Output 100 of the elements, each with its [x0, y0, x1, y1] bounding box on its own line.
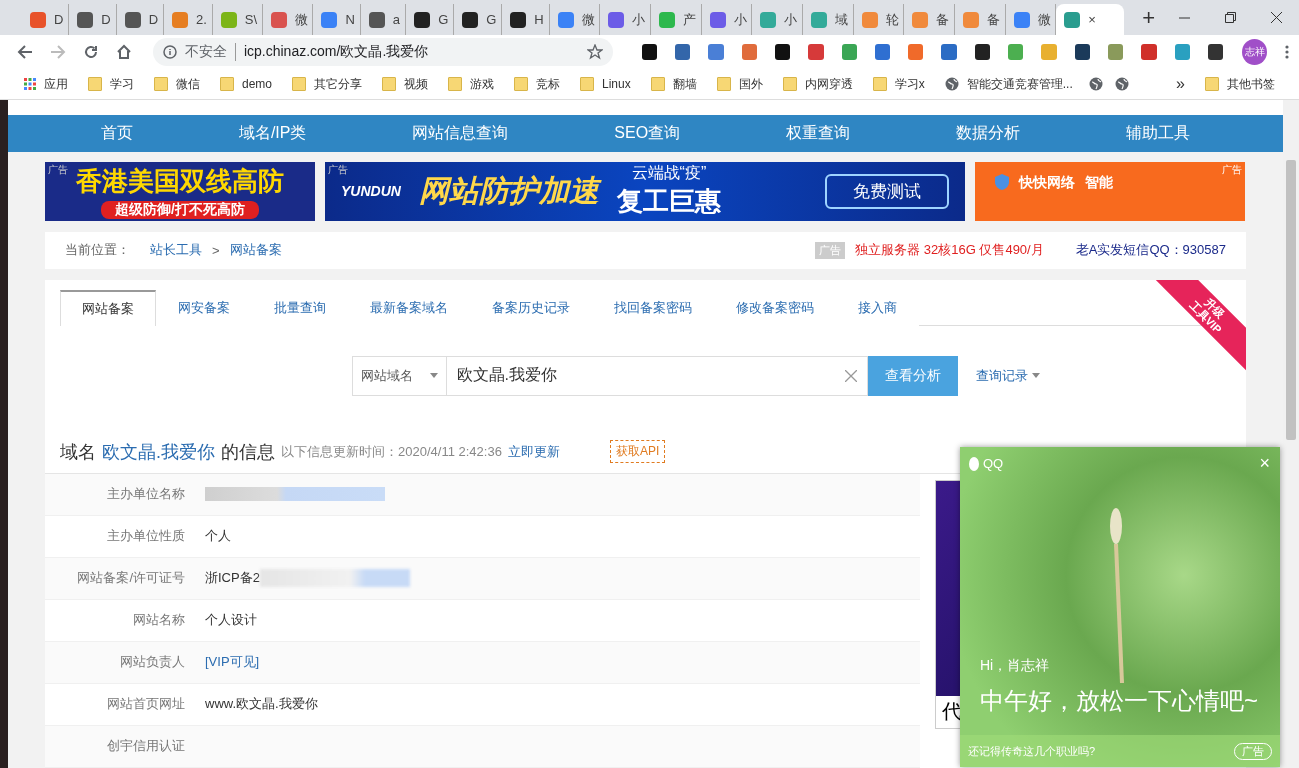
- ad-title: 香港美国双线高防: [76, 164, 284, 198]
- bookmark-link[interactable]: 内网穿透: [778, 75, 857, 93]
- contact-link[interactable]: 老A实发短信QQ：930587: [1075, 241, 1226, 260]
- field-label: 网站负责人: [119, 653, 186, 672]
- apps-grid-icon: [24, 78, 36, 90]
- nav-link[interactable]: 网站信息查询: [412, 122, 509, 144]
- history-link[interactable]: 查询记录: [975, 366, 1040, 385]
- vip-link[interactable]: [VIP可见]: [205, 653, 260, 672]
- search-field[interactable]: 欧文晶.我爱你: [446, 355, 868, 396]
- ad-logo: YUNDUN: [341, 183, 401, 200]
- type-select[interactable]: 网站域名: [351, 355, 447, 396]
- browser-tab[interactable]: a: [360, 4, 407, 35]
- tool-tab[interactable]: 网站备案: [60, 289, 156, 326]
- field-value: 个人: [205, 527, 231, 546]
- close-icon: [1270, 12, 1282, 23]
- folder-icon: [514, 77, 529, 91]
- browser-tab[interactable]: D: [69, 4, 117, 35]
- bookmark-link[interactable]: Linux: [576, 77, 635, 91]
- globe-icon: [1088, 77, 1103, 91]
- browser-tab[interactable]: 小: [701, 4, 753, 35]
- ad-button: 免费测试: [825, 173, 949, 209]
- address-bar[interactable]: 不安全 icp.chinaz.com/欧文晶.我爱你: [152, 38, 614, 66]
- bookmark-link[interactable]: 视频: [378, 75, 433, 93]
- browser-tab[interactable]: ×: [1056, 4, 1125, 35]
- update-time: 以下信息更新时间：2020/4/11 2:42:36: [281, 443, 502, 461]
- browser-tab[interactable]: 小: [752, 4, 803, 35]
- browser-tab[interactable]: G: [454, 4, 503, 35]
- browser-tab[interactable]: 微: [1005, 4, 1057, 35]
- ad-banner[interactable]: 香港美国双线高防 超级防御/打不死高防 广告: [45, 161, 315, 221]
- new-tab-button[interactable]: +: [1136, 5, 1162, 31]
- extension-icon[interactable]: [641, 44, 657, 60]
- domain-link[interactable]: 欧文晶.我爱你: [102, 440, 215, 464]
- bookmark-link[interactable]: 微信: [150, 75, 204, 93]
- star-icon[interactable]: [587, 44, 604, 60]
- browser-tab[interactable]: 小: [600, 4, 651, 35]
- browser-tab[interactable]: 备: [954, 4, 1006, 35]
- refresh-link[interactable]: 立即更新: [507, 443, 560, 461]
- breadcrumb-link[interactable]: 站长工具: [150, 241, 202, 260]
- info-title: 域名: [60, 441, 96, 464]
- browser-tab[interactable]: 2.: [164, 4, 213, 35]
- folder-icon: [650, 77, 665, 91]
- field-label: 网站名称: [132, 611, 186, 630]
- browser-tab[interactable]: 备: [904, 4, 955, 35]
- extension-icon[interactable]: [774, 44, 791, 60]
- browser-tab[interactable]: 轮: [853, 4, 905, 35]
- browser-tab[interactable]: 产: [650, 4, 702, 35]
- reload-icon: [83, 44, 100, 60]
- greeting-text: Hi，肖志祥: [979, 657, 1051, 675]
- browser-tab[interactable]: G: [406, 4, 455, 35]
- folder-icon: [1205, 77, 1219, 91]
- profile-avatar[interactable]: 志祥: [1242, 39, 1268, 65]
- restore-icon: [1224, 12, 1236, 23]
- ad-tag: 广告: [1222, 162, 1242, 177]
- bookmark-link[interactable]: 游戏: [444, 75, 499, 93]
- extension-icon[interactable]: [1074, 44, 1090, 60]
- ad-tag: 广告: [48, 162, 68, 177]
- nav-link[interactable]: SEO查询: [614, 122, 681, 144]
- bookmark-link[interactable]: 其它分享: [288, 75, 367, 93]
- menu-icon[interactable]: [1285, 44, 1289, 60]
- breadcrumb-link[interactable]: 网站备案: [229, 241, 282, 260]
- ad-subtitle: 超级防御/打不死高防: [101, 200, 259, 219]
- bookmark-link[interactable]: demo: [216, 77, 277, 91]
- browser-tab[interactable]: S\: [212, 4, 263, 35]
- folder-icon: [154, 77, 168, 91]
- field-label: 网站首页网址: [106, 695, 186, 714]
- browser-tab[interactable]: H: [502, 4, 550, 35]
- bookmark-link[interactable]: 应用: [20, 75, 72, 93]
- browser-tab[interactable]: 微: [262, 4, 314, 35]
- nav-link[interactable]: 首页: [100, 122, 133, 144]
- more-bookmarks-button[interactable]: »: [1172, 75, 1189, 93]
- browser-tab[interactable]: 域: [802, 4, 854, 35]
- browser-tab[interactable]: N: [313, 4, 361, 35]
- browser-tab[interactable]: D: [116, 4, 165, 35]
- bookmark-link[interactable]: 学习: [84, 75, 138, 93]
- promo-link[interactable]: 独立服务器 32核16G 仅售490/月: [855, 241, 1044, 260]
- extension-icon[interactable]: [1207, 44, 1224, 60]
- browser-tab[interactable]: 微: [549, 4, 601, 35]
- field-label: 主办单位名称: [106, 485, 186, 504]
- qq-brand: QQ: [968, 456, 1004, 471]
- nav-link[interactable]: 辅助工具: [1125, 122, 1190, 144]
- nav-link[interactable]: 权重查询: [786, 122, 851, 144]
- folder-icon: [448, 77, 463, 91]
- extension-icon[interactable]: [974, 44, 991, 60]
- forward-arrow-icon: [49, 44, 66, 60]
- bookmark-link[interactable]: 竞标: [510, 75, 565, 93]
- nav-link[interactable]: 域名/IP类: [238, 122, 307, 144]
- breadcrumb-separator: >: [212, 242, 220, 258]
- folder-icon: [292, 77, 307, 91]
- bookmark-link[interactable]: 翻墙: [646, 75, 701, 93]
- clear-icon[interactable]: [844, 369, 857, 382]
- browser-tab[interactable]: D: [22, 4, 70, 35]
- bookmark-link[interactable]: 学习x: [868, 75, 929, 93]
- other-bookmarks-link[interactable]: 其他书签: [1201, 75, 1279, 93]
- scrollbar-thumb[interactable]: [1286, 160, 1296, 440]
- url-text: icp.chinaz.com/欧文晶.我爱你: [243, 43, 430, 61]
- field-label: 网站备案/许可证号: [76, 569, 186, 588]
- bookmark-link[interactable]: 国外: [712, 75, 767, 93]
- bookmark-link[interactable]: 智能交通竞赛管理...: [940, 75, 1077, 93]
- nav-link[interactable]: 数据分析: [956, 122, 1020, 144]
- field-value: 个人设计: [205, 611, 257, 630]
